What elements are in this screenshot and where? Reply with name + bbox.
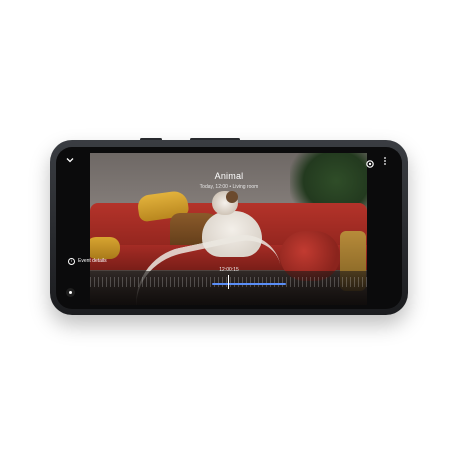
playback-timestamp: 12:00:15 <box>219 267 239 273</box>
event-details-label: Event details <box>78 258 107 264</box>
timeline-playhead[interactable] <box>228 275 229 289</box>
timeline-progress <box>212 283 286 285</box>
timeline-scrubber[interactable] <box>90 275 367 289</box>
live-dot-icon[interactable] <box>66 288 75 297</box>
event-details-button[interactable]: i Event details <box>68 255 107 267</box>
more-vert-icon[interactable] <box>382 155 388 167</box>
event-subtitle: Today, 12:00 • Living room <box>199 184 259 190</box>
info-icon: i <box>68 257 75 265</box>
gear-icon[interactable] <box>365 156 375 168</box>
chevron-down-icon[interactable] <box>65 155 75 165</box>
video-dog-ear <box>226 191 238 203</box>
phone-screen: Animal Today, 12:00 • Living room i Even… <box>56 147 402 309</box>
event-title: Animal <box>214 171 244 181</box>
